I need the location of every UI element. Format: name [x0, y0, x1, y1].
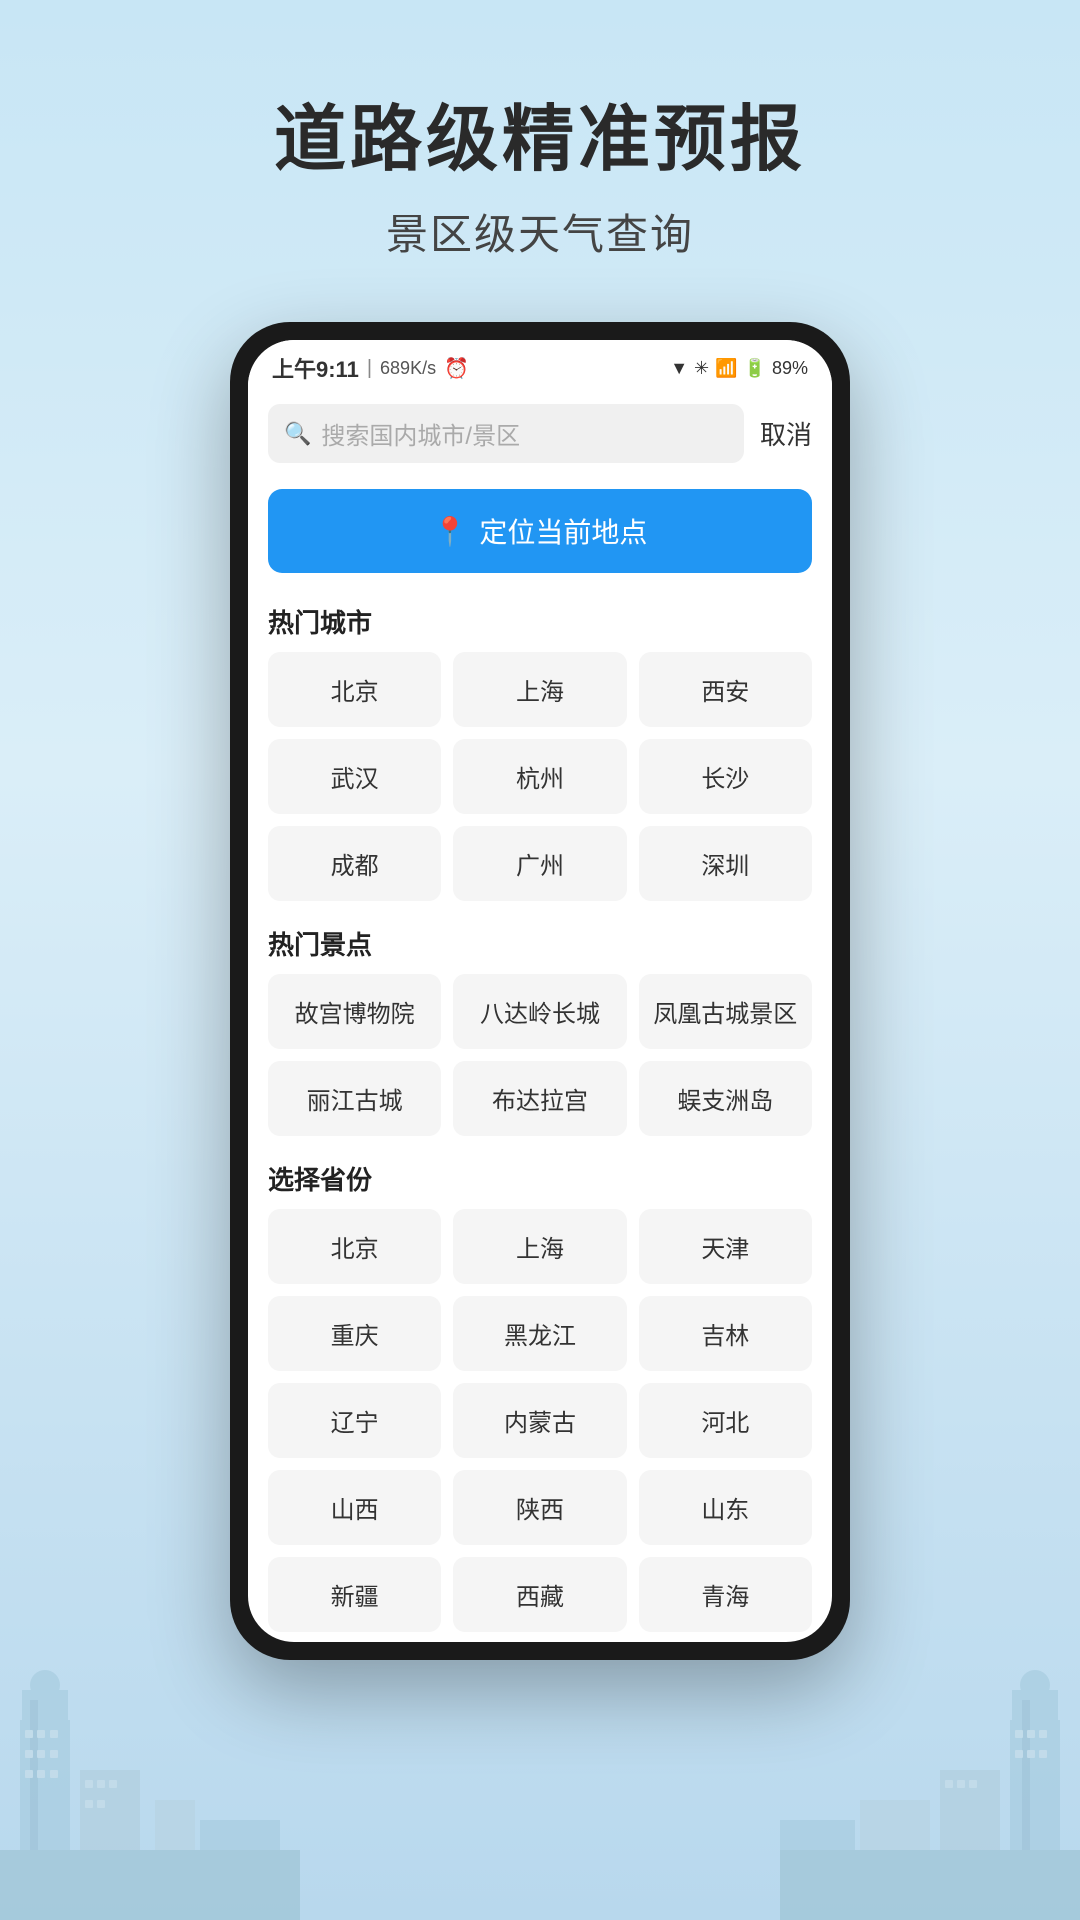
province-item[interactable]: 天津: [639, 1209, 812, 1284]
province-item[interactable]: 青海: [639, 1557, 812, 1632]
battery-icon: 🔋: [744, 358, 766, 379]
phone-container: 上午9:11 | 689K/s ⏰ ▼ ✳ 📶 🔋 89% 🔍: [0, 322, 1080, 1660]
status-separator: |: [367, 357, 372, 380]
phone-frame: 上午9:11 | 689K/s ⏰ ▼ ✳ 📶 🔋 89% 🔍: [230, 322, 850, 1660]
province-item[interactable]: 辽宁: [268, 1383, 441, 1458]
hot-spot-item[interactable]: 丽江古城: [268, 1061, 441, 1136]
signal-icon: 📶: [715, 358, 737, 379]
hot-city-item[interactable]: 杭州: [453, 739, 626, 814]
battery-percent: 89%: [772, 358, 808, 379]
search-area: 🔍 搜索国内城市/景区 取消: [248, 392, 832, 479]
cancel-button[interactable]: 取消: [760, 415, 812, 452]
hot-spot-item[interactable]: 凤凰古城景区: [639, 974, 812, 1049]
location-pin-icon: 📍: [433, 515, 468, 548]
province-item[interactable]: 西藏: [453, 1557, 626, 1632]
hot-cities-section: 热门城市 北京上海西安武汉杭州长沙成都广州深圳: [248, 589, 832, 911]
hot-spot-item[interactable]: 八达岭长城: [453, 974, 626, 1049]
province-item[interactable]: 山东: [639, 1470, 812, 1545]
location-text: 定位当前地点: [479, 511, 647, 551]
bluetooth-icon: ✳: [694, 358, 709, 379]
hot-city-item[interactable]: 成都: [268, 826, 441, 901]
province-item[interactable]: 吉林: [639, 1296, 812, 1371]
status-left: 上午9:11 | 689K/s ⏰: [272, 352, 469, 384]
status-bar: 上午9:11 | 689K/s ⏰ ▼ ✳ 📶 🔋 89%: [248, 340, 832, 392]
alarm-icon: ⏰: [444, 356, 469, 381]
hot-spot-item[interactable]: 故宫博物院: [268, 974, 441, 1049]
province-item[interactable]: 上海: [453, 1209, 626, 1284]
hot-city-item[interactable]: 深圳: [639, 826, 812, 901]
location-button[interactable]: 📍 定位当前地点: [268, 489, 812, 573]
hot-city-item[interactable]: 武汉: [268, 739, 441, 814]
hot-city-item[interactable]: 北京: [268, 652, 441, 727]
province-item[interactable]: 黑龙江: [453, 1296, 626, 1371]
hot-city-item[interactable]: 长沙: [639, 739, 812, 814]
search-row: 🔍 搜索国内城市/景区 取消: [268, 404, 812, 463]
hot-city-item[interactable]: 上海: [453, 652, 626, 727]
search-placeholder: 搜索国内城市/景区: [321, 416, 728, 451]
hot-spots-grid: 故宫博物院八达岭长城凤凰古城景区丽江古城布达拉宫蜈支洲岛: [268, 974, 812, 1136]
hot-spot-item[interactable]: 蜈支洲岛: [639, 1061, 812, 1136]
provinces-title: 选择省份: [268, 1146, 812, 1209]
provinces-grid: 北京上海天津重庆黑龙江吉林辽宁内蒙古河北山西陕西山东新疆西藏青海: [268, 1209, 812, 1632]
wifi-icon: ▼: [670, 358, 688, 379]
hot-city-item[interactable]: 西安: [639, 652, 812, 727]
hot-spots-title: 热门景点: [268, 911, 812, 974]
hot-spot-item[interactable]: 布达拉宫: [453, 1061, 626, 1136]
main-title: 道路级精准预报: [0, 80, 1080, 185]
provinces-section: 选择省份 北京上海天津重庆黑龙江吉林辽宁内蒙古河北山西陕西山东新疆西藏青海: [248, 1146, 832, 1642]
hot-cities-grid: 北京上海西安武汉杭州长沙成都广州深圳: [268, 652, 812, 901]
search-icon: 🔍: [284, 421, 311, 447]
sub-title: 景区级天气查询: [0, 201, 1080, 262]
hot-spots-section: 热门景点 故宫博物院八达岭长城凤凰古城景区丽江古城布达拉宫蜈支洲岛: [248, 911, 832, 1146]
status-time: 上午9:11: [272, 352, 359, 384]
search-bar[interactable]: 🔍 搜索国内城市/景区: [268, 404, 744, 463]
status-icons: ▼ ✳ 📶 🔋 89%: [670, 358, 808, 379]
province-item[interactable]: 重庆: [268, 1296, 441, 1371]
province-item[interactable]: 新疆: [268, 1557, 441, 1632]
hot-cities-title: 热门城市: [268, 589, 812, 652]
province-item[interactable]: 山西: [268, 1470, 441, 1545]
province-item[interactable]: 陕西: [453, 1470, 626, 1545]
province-item[interactable]: 北京: [268, 1209, 441, 1284]
status-speed: 689K/s: [380, 358, 436, 379]
phone-screen: 上午9:11 | 689K/s ⏰ ▼ ✳ 📶 🔋 89% 🔍: [248, 340, 832, 1642]
province-item[interactable]: 内蒙古: [453, 1383, 626, 1458]
hot-city-item[interactable]: 广州: [453, 826, 626, 901]
province-item[interactable]: 河北: [639, 1383, 812, 1458]
